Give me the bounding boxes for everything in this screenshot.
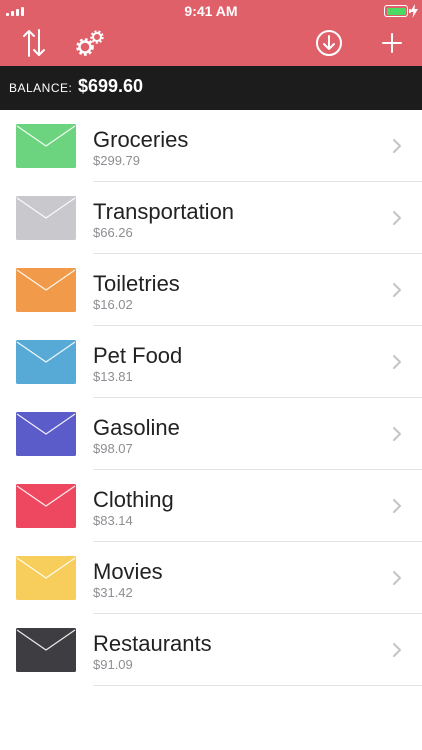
envelope-row-transportation[interactable]: Transportation $66.26 — [0, 182, 422, 254]
envelope-amount: $83.14 — [93, 513, 133, 528]
envelope-name: Restaurants — [93, 631, 212, 656]
envelope-row-groceries[interactable]: Groceries $299.79 — [0, 110, 422, 182]
envelope-icon — [16, 340, 76, 384]
chevron-right-icon — [393, 499, 401, 513]
envelope-row-toiletries[interactable]: Toiletries $16.02 — [0, 254, 422, 326]
settings-button[interactable] — [73, 26, 107, 60]
add-envelope-button[interactable] — [375, 26, 409, 60]
envelope-icon — [16, 268, 76, 312]
sort-button[interactable] — [17, 26, 51, 60]
chevron-right-icon — [393, 211, 401, 225]
status-time: 9:41 AM — [184, 3, 238, 19]
envelope-name: Pet Food — [93, 343, 183, 368]
envelope-row-clothing[interactable]: Clothing $83.14 — [0, 470, 422, 542]
envelope-amount: $13.81 — [93, 369, 133, 384]
battery-icon — [384, 5, 411, 17]
chevron-right-icon — [393, 355, 401, 369]
chevron-right-icon — [393, 283, 401, 297]
balance-amount: $699.60 — [78, 76, 144, 96]
envelope-name: Toiletries — [93, 271, 180, 296]
row-separator — [93, 685, 422, 686]
envelope-name: Groceries — [93, 127, 189, 152]
plus-icon — [382, 33, 402, 53]
balance-label: BALANCE: — [9, 81, 73, 95]
envelope-amount: $299.79 — [93, 153, 140, 168]
envelope-name: Transportation — [93, 199, 235, 224]
navigation-bar: 9:41 AM — [0, 0, 422, 66]
envelope-icon — [16, 412, 76, 456]
envelope-amount: $31.42 — [93, 585, 133, 600]
envelope-name: Movies — [93, 559, 163, 584]
envelope-icon — [16, 556, 76, 600]
envelope-row-gasoline[interactable]: Gasoline $98.07 — [0, 398, 422, 470]
envelope-name: Gasoline — [93, 415, 180, 440]
envelope-row-pet-food[interactable]: Pet Food $13.81 — [0, 326, 422, 398]
envelope-amount: $91.09 — [93, 657, 133, 672]
download-circle-icon — [316, 30, 342, 56]
envelope-row-restaurants[interactable]: Restaurants $91.09 — [0, 614, 422, 686]
envelope-name: Clothing — [93, 487, 174, 512]
envelope-icon — [16, 628, 76, 672]
download-button[interactable] — [312, 26, 346, 60]
envelope-list: Groceries $299.79 Transportation $66.26 … — [0, 110, 422, 686]
chevron-right-icon — [393, 139, 401, 153]
chevron-right-icon — [393, 643, 401, 657]
chevron-right-icon — [393, 571, 401, 585]
status-bar: 9:41 AM — [0, 0, 422, 22]
envelope-icon — [16, 124, 76, 168]
sort-arrows-icon — [23, 29, 45, 57]
envelope-amount: $98.07 — [93, 441, 133, 456]
charging-icon — [410, 4, 418, 18]
envelope-icon — [16, 484, 76, 528]
envelope-amount: $66.26 — [93, 225, 133, 240]
envelope-amount: $16.02 — [93, 297, 133, 312]
gears-icon — [76, 30, 104, 56]
envelope-row-movies[interactable]: Movies $31.42 — [0, 542, 422, 614]
balance-bar: BALANCE: $699.60 — [0, 66, 422, 110]
chevron-right-icon — [393, 427, 401, 441]
envelope-icon — [16, 196, 76, 240]
